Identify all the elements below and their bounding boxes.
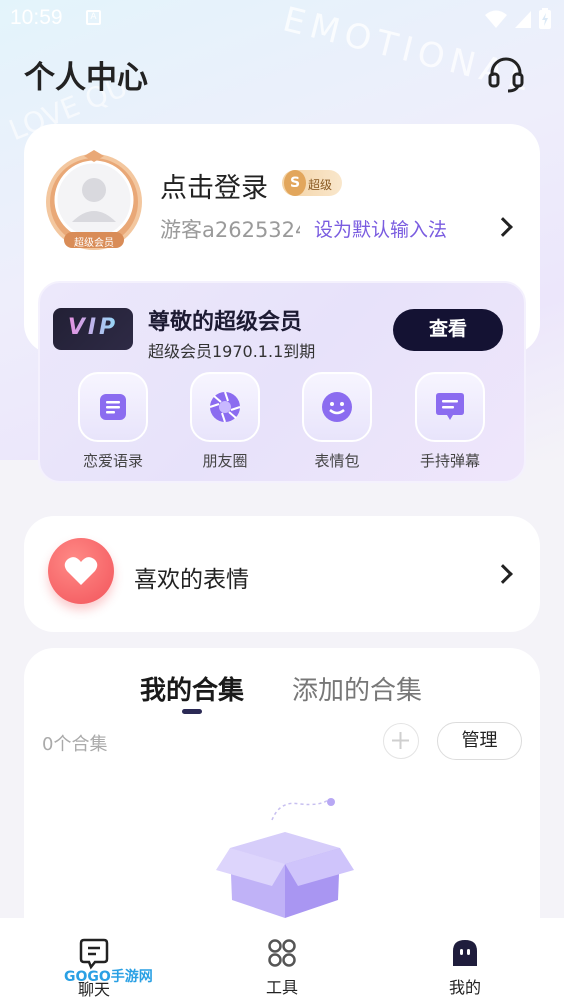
vip-expiry: 超级会员1970.1.1到期 [148,342,316,361]
badge-s-icon: S [284,170,306,196]
nav-label: 我的 [448,978,481,997]
vip-title: 尊敬的超级会员 [148,310,303,335]
tab-added-collections[interactable]: 添加的合集 [292,670,422,707]
view-button[interactable]: 查看 [393,309,503,351]
status-bar: 10:59 A [0,0,564,40]
aperture-icon [190,372,260,442]
tab-my-collections[interactable]: 我的合集 [140,670,244,707]
manage-button[interactable]: 管理 [437,722,522,760]
page-title: 个人中心 [24,60,148,96]
super-member-badge: S 超级 [282,170,342,196]
quote-list-icon [78,372,148,442]
favorite-stickers-label: 喜欢的表情 [134,567,249,593]
set-default-ime-link[interactable]: 设为默认输入法 [314,215,447,242]
empty-box-icon [216,798,354,918]
ghost-icon [453,940,477,966]
headset-icon[interactable] [486,54,526,94]
feature-label: 朋友圈 [202,452,248,470]
nav-item-mine[interactable]: 我的 [425,938,505,998]
signal-icon [515,11,531,28]
tab-indicator [182,709,202,714]
watermark-logo: GOGO手游网 [64,969,153,985]
feature-love-quotes[interactable]: 恋爱语录 [76,372,150,471]
feature-label: 手持弹幕 [419,452,480,470]
badge-label: 超级 [308,178,333,192]
chat-bubble-icon [415,372,485,442]
vip-logo-text: VIP [53,315,133,340]
nav-label: 工具 [265,978,298,997]
smiley-icon [302,372,372,442]
notification-a-icon: A [86,10,101,25]
status-icons [484,8,552,30]
login-link[interactable]: 点击登录 [160,166,268,205]
feature-label: 表情包 [314,452,360,470]
guest-id: 游客a2625324 [160,218,300,242]
battery-icon [539,8,551,29]
feature-label: 恋爱语录 [82,452,143,470]
grid-icon [268,939,296,967]
avatar-ribbon-label: 超级会员 [74,238,114,249]
feature-handheld-barrage[interactable]: 手持弹幕 [413,372,487,471]
vip-logo: VIP [53,308,133,350]
avatar[interactable]: 超级会员 [42,150,146,254]
nav-item-tools[interactable]: 工具 [242,938,322,998]
plus-icon [392,732,409,749]
status-time: 10:59 [10,6,63,29]
heart-icon [48,538,114,604]
wifi-icon [485,10,507,28]
add-collection-button[interactable] [383,723,419,759]
collection-count: 0个合集 [42,734,108,755]
feature-moments[interactable]: 朋友圈 [188,372,262,471]
feature-stickers[interactable]: 表情包 [300,372,374,471]
